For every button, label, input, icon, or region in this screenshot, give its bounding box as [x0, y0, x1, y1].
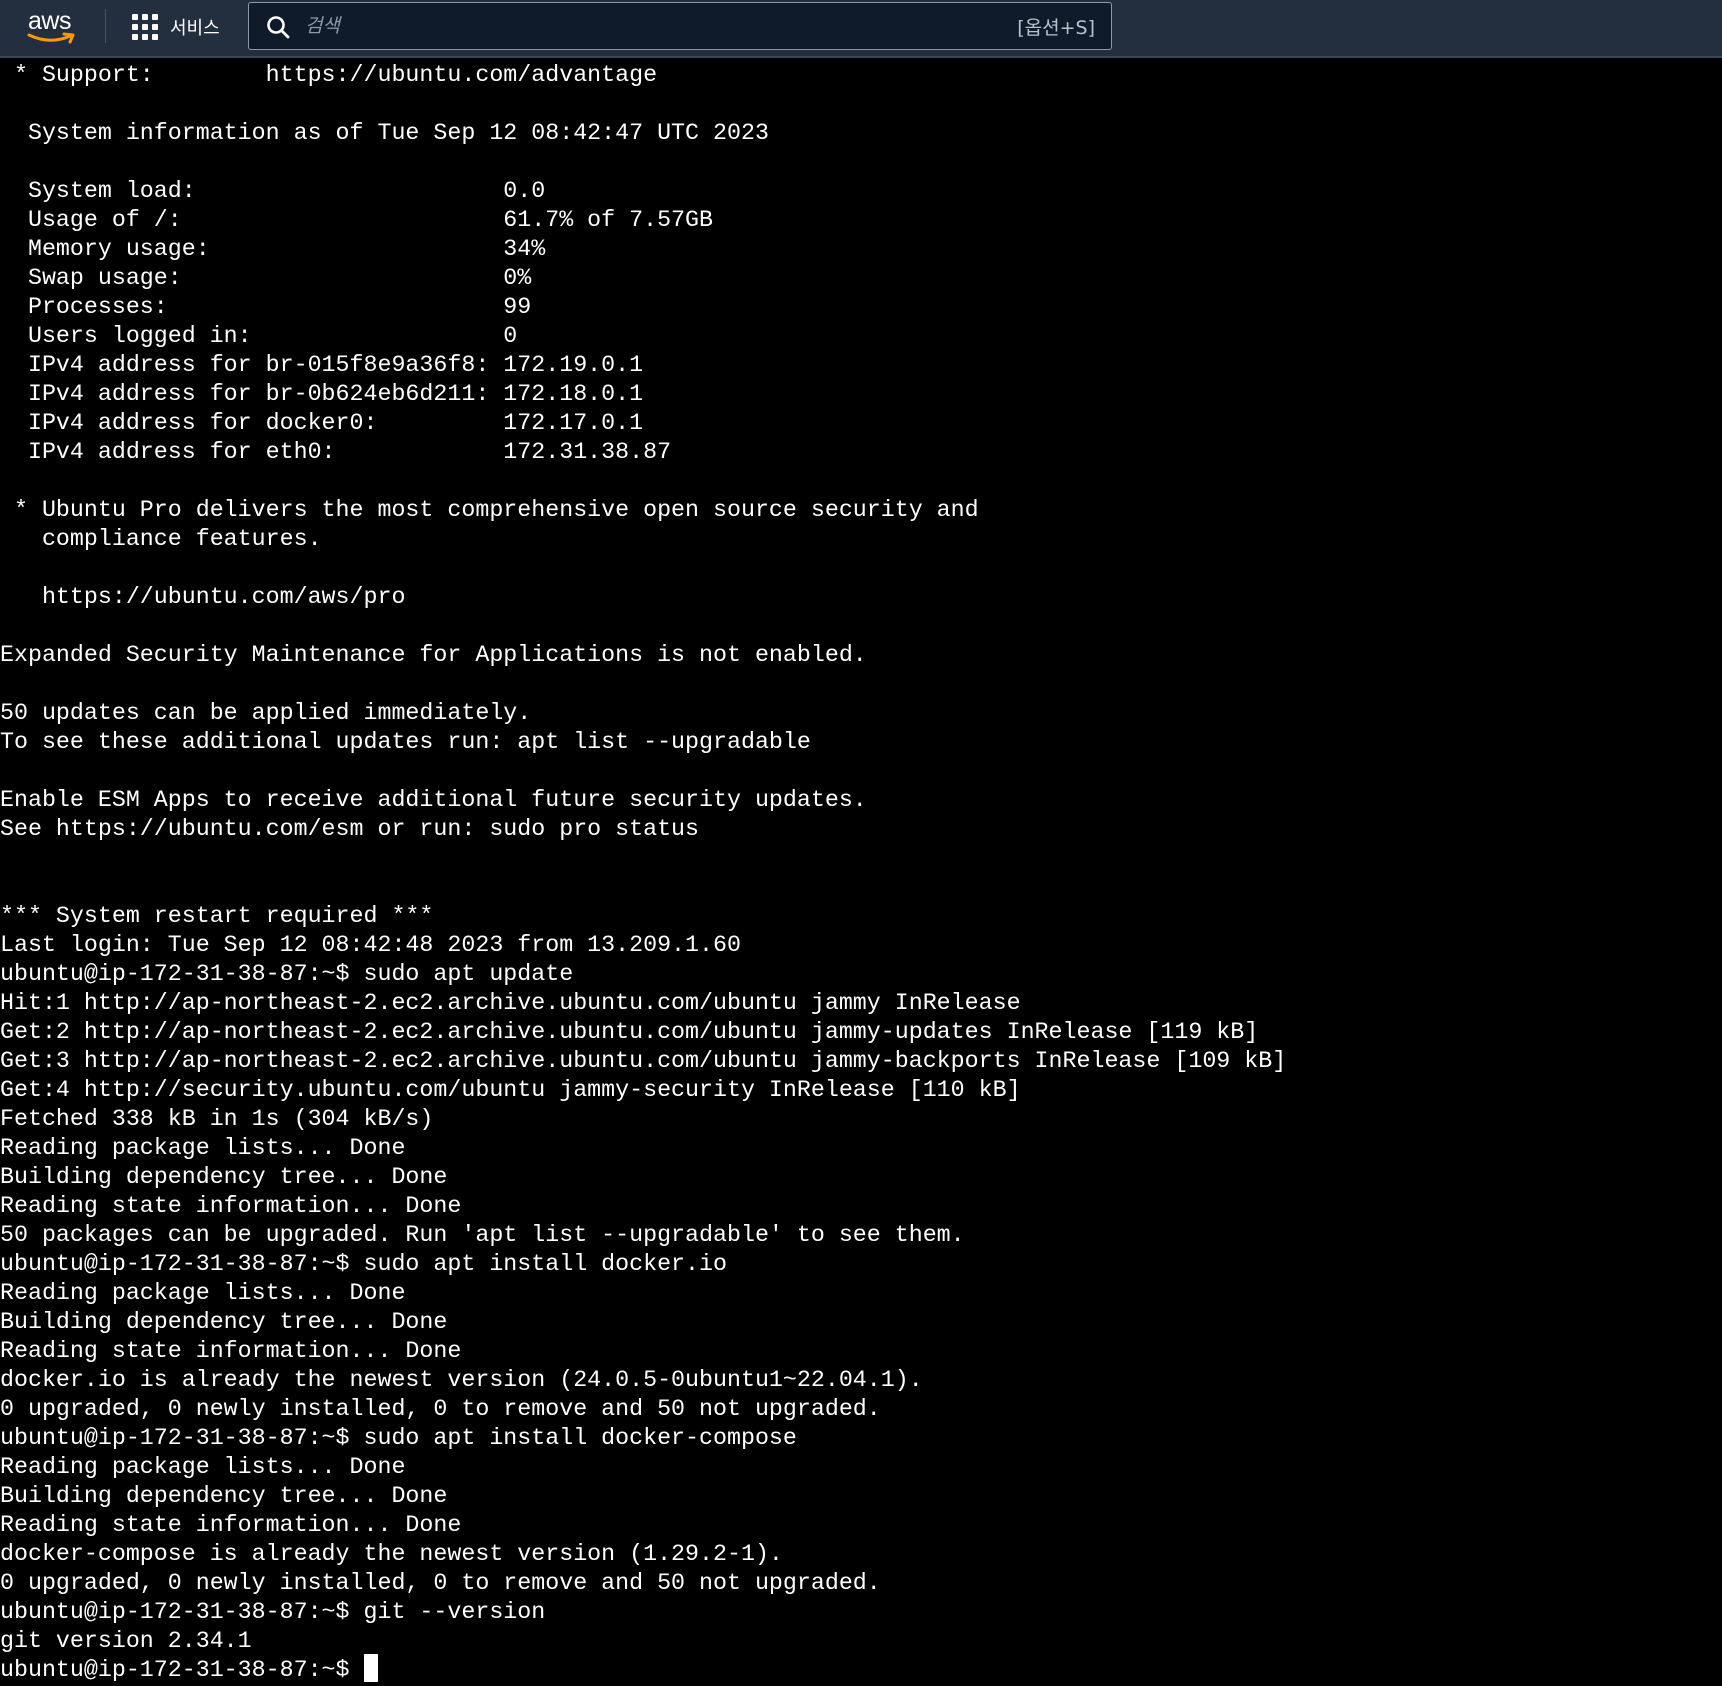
terminal-line: docker.io is already the newest version …: [0, 1367, 923, 1393]
terminal-prompt-line: ubuntu@ip-172-31-38-87:~$ sudo apt insta…: [0, 1251, 727, 1277]
terminal-line: Get:2 http://ap-northeast-2.ec2.archive.…: [0, 1019, 1259, 1045]
search-bar[interactable]: [옵션+S]: [248, 2, 1112, 50]
terminal-prompt-line: ubuntu@ip-172-31-38-87:~$ sudo apt insta…: [0, 1425, 797, 1451]
terminal-prompt-line: ubuntu@ip-172-31-38-87:~$ git --version: [0, 1599, 546, 1625]
search-input[interactable]: [305, 11, 945, 41]
terminal-line: Swap usage: 0%: [0, 265, 532, 291]
terminal-line: System load: 0.0: [0, 178, 546, 204]
terminal-line: *** System restart required ***: [0, 903, 434, 929]
terminal-cursor: [364, 1654, 378, 1682]
terminal-line: 50 updates can be applied immediately.: [0, 700, 532, 726]
terminal-line: IPv4 address for eth0: 172.31.38.87: [0, 439, 672, 465]
terminal-line: Usage of /: 61.7% of 7.57GB: [0, 207, 714, 233]
terminal-line: IPv4 address for br-015f8e9a36f8: 172.19…: [0, 352, 644, 378]
terminal-line: 0 upgraded, 0 newly installed, 0 to remo…: [0, 1570, 881, 1596]
terminal-line: Reading state information... Done: [0, 1338, 462, 1364]
terminal-line: Enable ESM Apps to receive additional fu…: [0, 787, 867, 813]
terminal-line: Fetched 338 kB in 1s (304 kB/s): [0, 1106, 434, 1132]
services-label: 서비스: [170, 18, 220, 39]
topbar-divider: [105, 9, 106, 43]
terminal-line: IPv4 address for docker0: 172.17.0.1: [0, 410, 644, 436]
terminal-line: Hit:1 http://ap-northeast-2.ec2.archive.…: [0, 990, 1021, 1016]
terminal-line: Reading state information... Done: [0, 1193, 462, 1219]
terminal-line: Building dependency tree... Done: [0, 1483, 448, 1509]
services-menu-button[interactable]: 서비스: [132, 13, 220, 41]
terminal-line: compliance features.: [0, 526, 322, 552]
aws-logo[interactable]: aws: [26, 6, 82, 46]
terminal-line: See https://ubuntu.com/esm or run: sudo …: [0, 816, 700, 842]
terminal-line: * Ubuntu Pro delivers the most comprehen…: [0, 497, 979, 523]
terminal-line: IPv4 address for br-0b624eb6d211: 172.18…: [0, 381, 644, 407]
terminal-line: Building dependency tree... Done: [0, 1164, 448, 1190]
terminal-line: docker-compose is already the newest ver…: [0, 1541, 783, 1567]
terminal-line: Reading state information... Done: [0, 1512, 462, 1538]
terminal-line: Get:3 http://ap-northeast-2.ec2.archive.…: [0, 1048, 1287, 1074]
search-shortcut-hint: [옵션+S]: [1017, 17, 1095, 39]
terminal-prompt-line: ubuntu@ip-172-31-38-87:~$: [0, 1657, 364, 1683]
terminal-line: git version 2.34.1: [0, 1628, 252, 1654]
terminal-line: Processes: 99: [0, 294, 532, 320]
terminal-line: https://ubuntu.com/aws/pro: [0, 584, 406, 610]
terminal-output[interactable]: * Support: https://ubuntu.com/advantage …: [0, 58, 1722, 1686]
apps-grid-icon: [132, 14, 158, 40]
terminal-line: To see these additional updates run: apt…: [0, 729, 811, 755]
terminal-line: System information as of Tue Sep 12 08:4…: [0, 120, 769, 146]
terminal-line: Reading package lists... Done: [0, 1135, 406, 1161]
terminal-line: Reading package lists... Done: [0, 1280, 406, 1306]
search-icon: [267, 16, 290, 39]
terminal-line: Reading package lists... Done: [0, 1454, 406, 1480]
aws-smile-icon: [27, 32, 75, 44]
terminal-line: Expanded Security Maintenance for Applic…: [0, 642, 867, 668]
aws-console-topbar: aws 서비스 [옵션+S]: [0, 0, 1722, 58]
terminal-line: Memory usage: 34%: [0, 236, 546, 262]
terminal-line: 50 packages can be upgraded. Run 'apt li…: [0, 1222, 965, 1248]
terminal-line: Building dependency tree... Done: [0, 1309, 448, 1335]
terminal-line: Get:4 http://security.ubuntu.com/ubuntu …: [0, 1077, 1021, 1103]
terminal-prompt-line: ubuntu@ip-172-31-38-87:~$ sudo apt updat…: [0, 961, 574, 987]
terminal-line: * Support: https://ubuntu.com/advantage: [0, 62, 658, 88]
terminal-line: 0 upgraded, 0 newly installed, 0 to remo…: [0, 1396, 881, 1422]
terminal-line: Users logged in: 0: [0, 323, 518, 349]
terminal-line: Last login: Tue Sep 12 08:42:48 2023 fro…: [0, 932, 741, 958]
